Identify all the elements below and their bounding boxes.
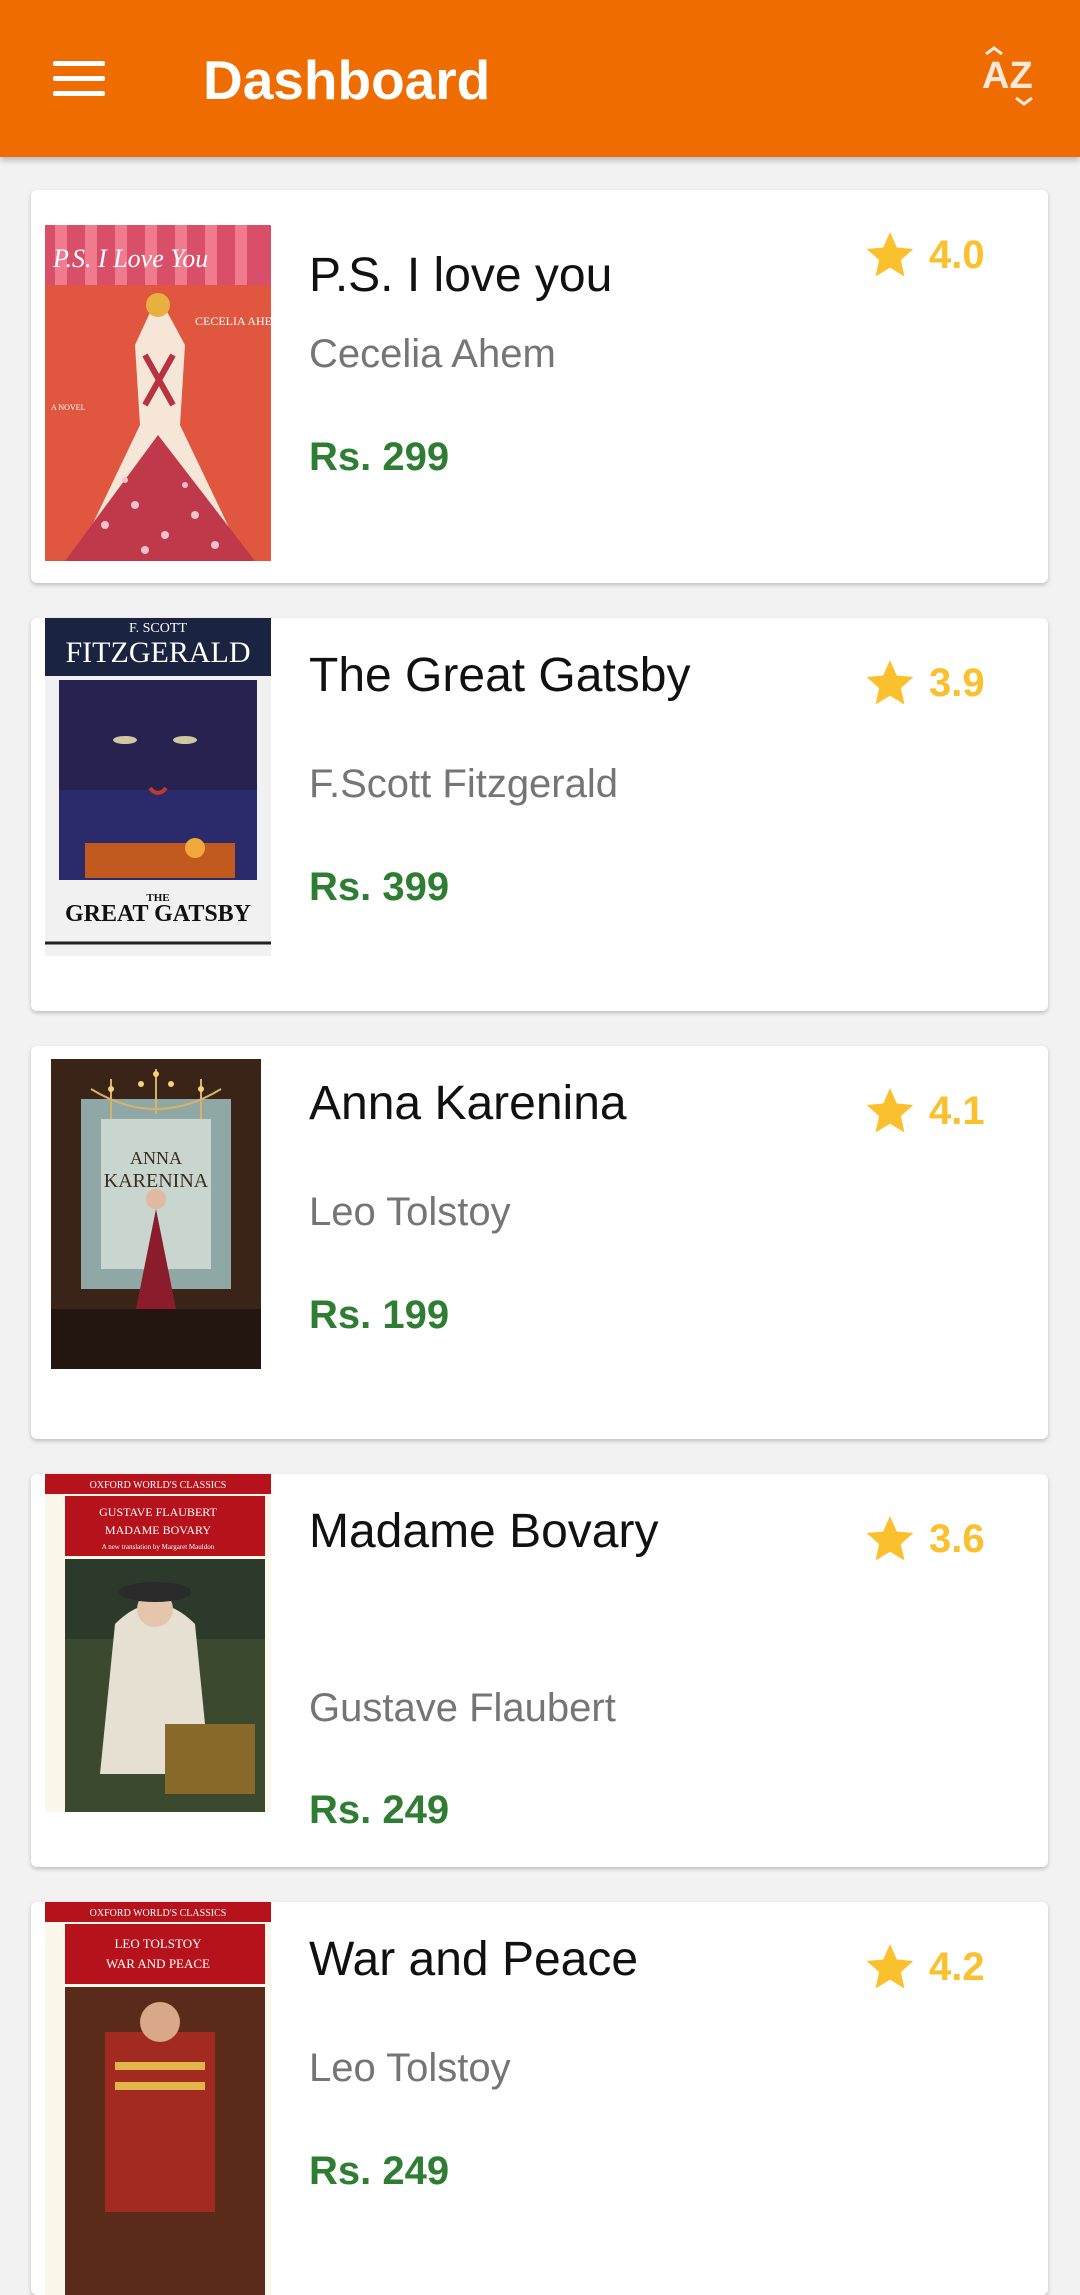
book-price: Rs. 199 bbox=[309, 1293, 450, 1337]
app-bar: Dashboard AZ bbox=[0, 0, 1080, 157]
book-author: Cecelia Ahem bbox=[309, 332, 556, 376]
cover-title-text: P.S. I Love You bbox=[52, 244, 208, 273]
book-rating: 4.0 bbox=[861, 225, 985, 285]
book-rating: 4.1 bbox=[861, 1081, 985, 1141]
book-rating: 4.2 bbox=[861, 1937, 985, 1997]
sort-alphabetical-icon: AZ bbox=[982, 46, 1033, 106]
cover-top-text: F. SCOTT bbox=[129, 621, 187, 636]
book-rating: 3.6 bbox=[861, 1509, 985, 1569]
book-cover-image: OXFORD WORLD'S CLASSICS GUSTAVE FLAUBERT… bbox=[45, 1474, 271, 1812]
cover-side-text: A NOVEL bbox=[51, 403, 86, 412]
sort-icon-text: AZ bbox=[982, 55, 1033, 97]
book-card[interactable]: F. SCOTT FITZGERALD THE GREAT GATSBY The… bbox=[31, 618, 1048, 1011]
rating-value: 3.6 bbox=[929, 1516, 985, 1561]
rating-value: 3.9 bbox=[929, 660, 985, 705]
book-title: Madame Bovary bbox=[309, 1505, 659, 1558]
hamburger-menu-icon bbox=[53, 61, 105, 66]
book-cover-image: F. SCOTT FITZGERALD THE GREAT GATSBY bbox=[45, 618, 271, 956]
book-price: Rs. 249 bbox=[309, 1788, 450, 1832]
rating-value: 4.2 bbox=[929, 1944, 985, 1989]
book-cover-image: P.S. I Love You CECELIA AHERN A NOVEL bbox=[45, 225, 271, 561]
cover-title-text: ANNA bbox=[130, 1148, 182, 1168]
cover-note-text: A new translation by Margaret Mauldon bbox=[102, 1543, 215, 1551]
star-icon bbox=[866, 1944, 914, 1989]
book-title: The Great Gatsby bbox=[309, 649, 691, 702]
book-card[interactable]: P.S. I Love You CECELIA AHERN A NOVEL P.… bbox=[31, 190, 1048, 583]
cover-series-text: OXFORD WORLD'S CLASSICS bbox=[90, 1908, 227, 1919]
book-rating: 3.9 bbox=[861, 653, 985, 713]
book-card[interactable]: ANNA KARENINA Anna Karenina Leo Tolstoy … bbox=[31, 1046, 1048, 1439]
page-title: Dashboard bbox=[203, 49, 491, 111]
book-author: Leo Tolstoy bbox=[309, 1190, 511, 1234]
book-cover-image: OXFORD WORLD'S CLASSICS LEO TOLSTOY WAR … bbox=[45, 1902, 271, 2295]
star-icon bbox=[866, 1516, 914, 1561]
book-price: Rs. 399 bbox=[309, 865, 450, 909]
cover-author-text: CECELIA AHERN bbox=[195, 314, 271, 328]
book-price: Rs. 249 bbox=[309, 2149, 450, 2193]
sort-button[interactable]: AZ bbox=[972, 44, 1052, 114]
book-author: F.Scott Fitzgerald bbox=[309, 762, 619, 806]
cover-subtitle-text: KARENINA bbox=[104, 1170, 209, 1192]
star-icon bbox=[866, 232, 914, 277]
cover-title-text: FITZGERALD bbox=[66, 636, 251, 669]
cover-title-text: WAR AND PEACE bbox=[106, 1956, 210, 1971]
book-title: War and Peace bbox=[309, 1933, 639, 1986]
book-price: Rs. 299 bbox=[309, 435, 450, 479]
rating-value: 4.1 bbox=[929, 1088, 985, 1133]
cover-author-text: GUSTAVE FLAUBERT bbox=[99, 1505, 217, 1519]
rating-value: 4.0 bbox=[929, 232, 985, 277]
cover-author-text: LEO TOLSTOY bbox=[114, 1936, 202, 1951]
star-icon bbox=[866, 660, 914, 705]
book-card[interactable]: OXFORD WORLD'S CLASSICS LEO TOLSTOY WAR … bbox=[31, 1902, 1048, 2295]
cover-bottom-text: GREAT GATSBY bbox=[65, 901, 251, 927]
book-title: Anna Karenina bbox=[309, 1077, 627, 1130]
book-card[interactable]: OXFORD WORLD'S CLASSICS GUSTAVE FLAUBERT… bbox=[31, 1474, 1048, 1867]
menu-button[interactable] bbox=[40, 44, 120, 114]
book-author: Gustave Flaubert bbox=[309, 1686, 616, 1730]
book-author: Leo Tolstoy bbox=[309, 2046, 511, 2090]
book-title: P.S. I love you bbox=[309, 249, 613, 302]
cover-series-text: OXFORD WORLD'S CLASSICS bbox=[90, 1480, 227, 1491]
cover-title-text: MADAME BOVARY bbox=[105, 1523, 211, 1537]
book-cover-image: ANNA KARENINA bbox=[51, 1059, 261, 1369]
star-icon bbox=[866, 1088, 914, 1133]
